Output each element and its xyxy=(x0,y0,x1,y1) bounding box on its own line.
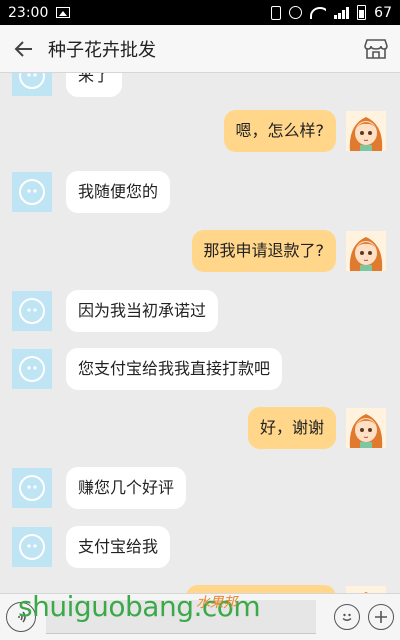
page-title: 种子花卉批发 xyxy=(48,39,156,61)
message-incoming: 来了 xyxy=(12,73,123,97)
girl-avatar-icon xyxy=(346,231,386,271)
message-incoming: 赚您几个好评 xyxy=(12,467,187,509)
message-text: 来了 xyxy=(66,73,123,97)
message-text: 赚您几个好评 xyxy=(66,467,187,509)
girl-avatar-icon xyxy=(346,111,386,151)
message-text: 您支付宝给我我直接打款吧 xyxy=(66,348,283,390)
user-avatar[interactable] xyxy=(346,111,386,151)
chat-list[interactable]: 来了 嗯，怎么样? 我随便您的 那我申请退款了? 因为我当初承诺过 您支付宝给我… xyxy=(0,73,400,593)
chat-bubble-face-icon xyxy=(19,356,45,382)
chat-bubble-face-icon xyxy=(19,534,45,560)
back-button[interactable] xyxy=(0,25,48,73)
input-bar xyxy=(0,593,400,640)
plus-icon xyxy=(375,611,387,623)
user-avatar[interactable] xyxy=(346,231,386,271)
image-notification-icon xyxy=(56,7,71,18)
alarm-icon xyxy=(289,6,303,19)
seller-avatar[interactable] xyxy=(12,349,52,389)
status-bar: 23:00 67 xyxy=(0,0,400,25)
chat-header: 种子花卉批发 xyxy=(0,25,400,73)
signal-icon xyxy=(334,6,350,19)
chat-bubble-face-icon xyxy=(19,73,45,89)
message-outgoing: 那我申请退款了? xyxy=(191,230,386,272)
message-incoming: 您支付宝给我我直接打款吧 xyxy=(12,348,283,390)
seller-avatar[interactable] xyxy=(12,527,52,567)
emoji-button[interactable] xyxy=(334,604,360,630)
seller-avatar[interactable] xyxy=(12,73,52,96)
voice-button[interactable] xyxy=(6,602,36,632)
message-input[interactable] xyxy=(46,600,316,634)
message-text: 因为我当初承诺过 xyxy=(66,290,219,332)
message-outgoing: 好，谢谢 xyxy=(247,407,386,449)
user-avatar[interactable] xyxy=(346,586,386,593)
message-text: 好，谢谢 xyxy=(247,407,336,449)
battery-level: 67 xyxy=(374,4,392,21)
message-text: 那我申请退款了? xyxy=(191,230,336,272)
battery-icon xyxy=(357,5,367,20)
arrow-left-icon xyxy=(14,40,32,57)
emoji-icon xyxy=(342,613,352,621)
girl-avatar-icon xyxy=(346,408,386,448)
more-button[interactable] xyxy=(368,604,394,630)
seller-avatar[interactable] xyxy=(12,468,52,508)
girl-avatar-icon xyxy=(346,586,386,593)
user-avatar[interactable] xyxy=(346,408,386,448)
message-text xyxy=(186,585,336,593)
message-text: 嗯，怎么样? xyxy=(223,110,336,152)
voice-icon xyxy=(17,611,26,623)
message-text: 我随便您的 xyxy=(66,171,171,213)
message-incoming: 支付宝给我 xyxy=(12,526,171,568)
status-icons: 67 xyxy=(271,5,392,21)
seller-avatar[interactable] xyxy=(12,172,52,212)
store-button[interactable] xyxy=(352,25,400,73)
seller-avatar[interactable] xyxy=(12,291,52,331)
status-time: 23:00 xyxy=(8,4,49,21)
message-text: 支付宝给我 xyxy=(66,526,171,568)
vibrate-icon xyxy=(271,5,282,20)
wifi-icon xyxy=(310,6,327,19)
message-incoming: 我随便您的 xyxy=(12,171,171,213)
message-incoming: 因为我当初承诺过 xyxy=(12,290,219,332)
chat-bubble-face-icon xyxy=(19,475,45,501)
chat-bubble-face-icon xyxy=(19,179,45,205)
message-outgoing: 嗯，怎么样? xyxy=(223,110,386,152)
message-outgoing xyxy=(186,585,386,593)
store-icon xyxy=(364,38,388,59)
chat-bubble-face-icon xyxy=(19,298,45,324)
